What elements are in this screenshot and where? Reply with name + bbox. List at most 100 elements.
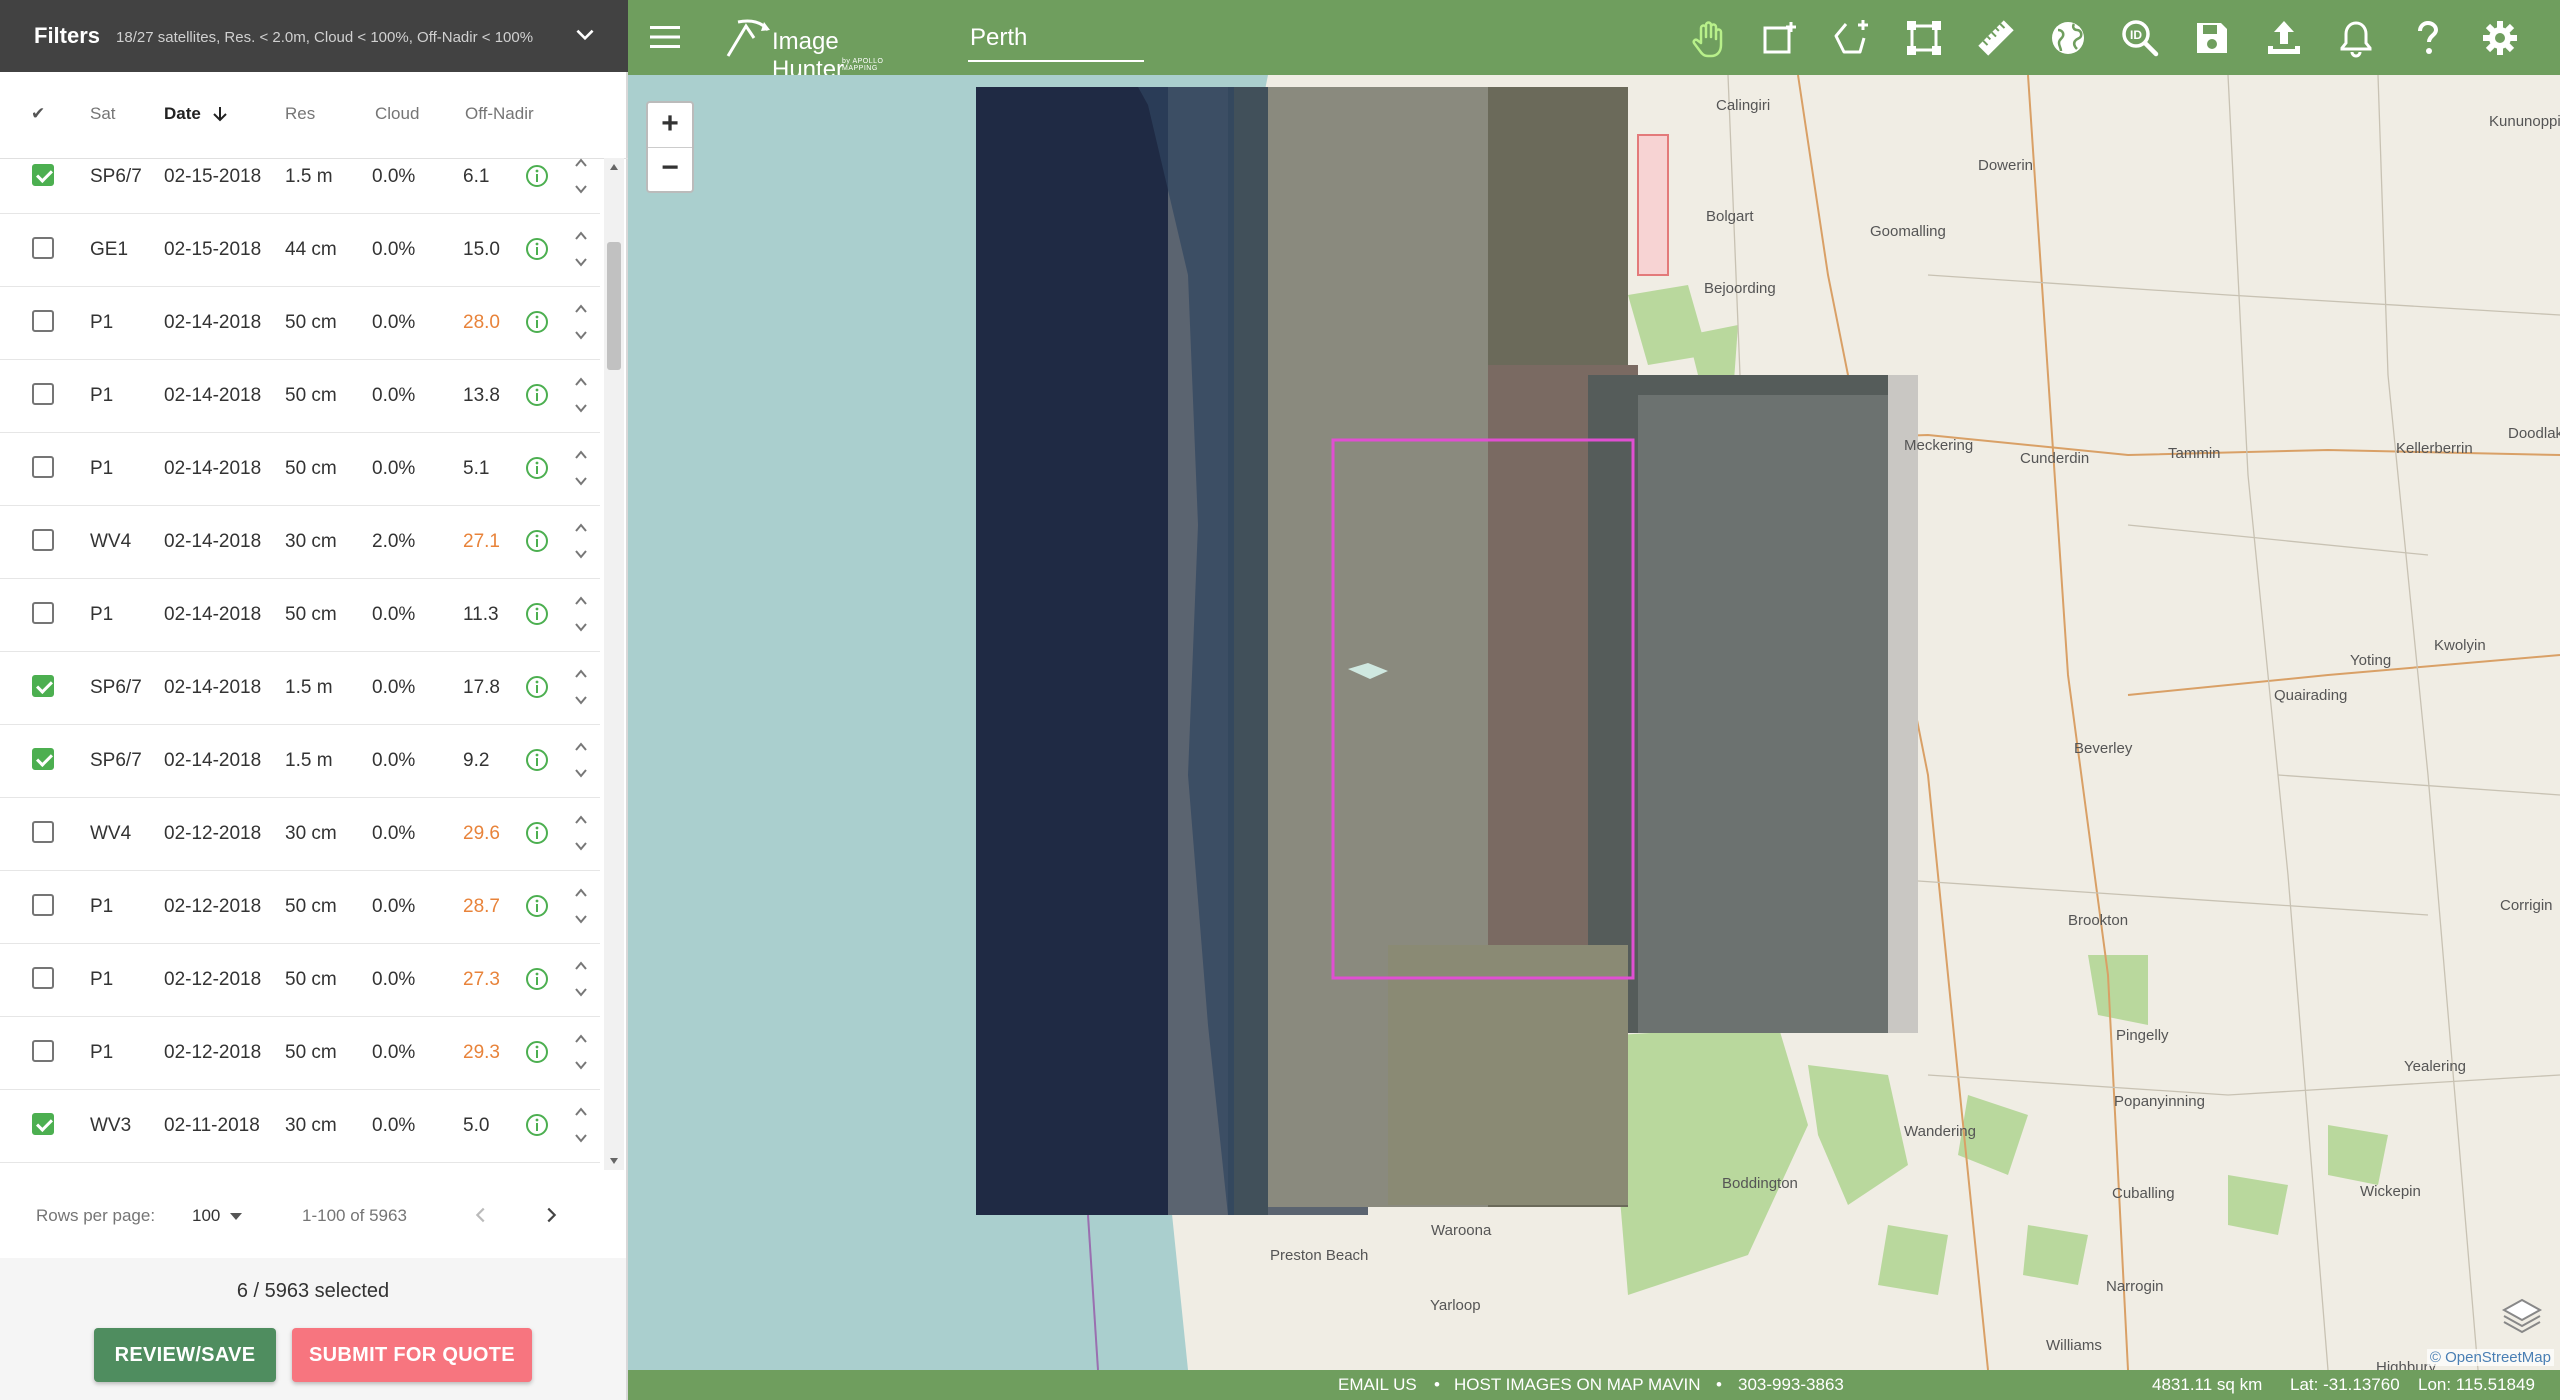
info-icon[interactable]: [525, 1040, 549, 1064]
info-icon[interactable]: [525, 310, 549, 334]
row-checkbox[interactable]: [32, 237, 54, 259]
row-checkbox[interactable]: [32, 967, 54, 989]
info-icon[interactable]: [525, 383, 549, 407]
rows-per-page-select[interactable]: 100: [192, 1206, 220, 1226]
table-row[interactable]: WV3 02-11-2018 30 cm 0.0% 5.0: [0, 1089, 600, 1163]
pan-hand-icon[interactable]: [1688, 18, 1728, 58]
layers-icon[interactable]: [2500, 1296, 2544, 1336]
save-icon[interactable]: [2192, 18, 2232, 58]
info-icon[interactable]: [525, 748, 549, 772]
place-label: Corrigin: [2500, 897, 2553, 914]
help-icon[interactable]: [2408, 18, 2448, 58]
reorder-arrows-icon[interactable]: [572, 227, 590, 271]
previous-page-icon[interactable]: [470, 1204, 492, 1226]
table-row[interactable]: P1 02-12-2018 50 cm 0.0% 28.7: [0, 870, 600, 944]
draw-polygon-icon[interactable]: [1832, 18, 1872, 58]
row-checkbox[interactable]: [32, 1040, 54, 1062]
info-icon[interactable]: [525, 675, 549, 699]
table-row[interactable]: P1 02-12-2018 50 cm 0.0% 29.3: [0, 1016, 600, 1090]
info-icon[interactable]: [525, 602, 549, 626]
filters-bar[interactable]: Filters 18/27 satellites, Res. < 2.0m, C…: [0, 0, 628, 72]
zoom-in-button[interactable]: +: [648, 103, 692, 148]
reorder-arrows-icon[interactable]: [572, 300, 590, 344]
info-icon[interactable]: [525, 456, 549, 480]
table-row[interactable]: SP6/7 02-14-2018 1.5 m 0.0% 17.8: [0, 651, 600, 725]
email-us-link[interactable]: EMAIL US: [1338, 1375, 1417, 1395]
info-icon[interactable]: [525, 967, 549, 991]
row-checkbox[interactable]: [32, 310, 54, 332]
row-checkbox[interactable]: [32, 675, 54, 697]
table-row[interactable]: P1 02-14-2018 50 cm 0.0% 28.0: [0, 286, 600, 360]
table-row[interactable]: WV4 02-14-2018 30 cm 2.0% 27.1: [0, 505, 600, 579]
reorder-arrows-icon[interactable]: [572, 665, 590, 709]
settings-icon[interactable]: [2480, 18, 2520, 58]
table-row[interactable]: P1 02-12-2018 50 cm 0.0% 27.3: [0, 943, 600, 1017]
sort-down-icon[interactable]: [210, 104, 230, 124]
chevron-down-icon[interactable]: [572, 22, 598, 48]
table-row[interactable]: P1 02-14-2018 50 cm 0.0% 11.3: [0, 578, 600, 652]
info-icon[interactable]: [525, 237, 549, 261]
draw-rectangle-icon[interactable]: [1760, 18, 1800, 58]
reorder-arrows-icon[interactable]: [572, 1030, 590, 1074]
info-icon[interactable]: [525, 894, 549, 918]
table-row[interactable]: SP6/7 02-14-2018 1.5 m 0.0% 9.2: [0, 724, 600, 798]
column-off-nadir[interactable]: Off-Nadir: [465, 104, 534, 124]
reorder-arrows-icon[interactable]: [572, 519, 590, 563]
map-attribution[interactable]: © OpenStreetMap: [2426, 1349, 2554, 1366]
bell-icon[interactable]: [2336, 18, 2376, 58]
table-row[interactable]: GE1 02-15-2018 44 cm 0.0% 15.0: [0, 213, 600, 287]
ruler-icon[interactable]: [1976, 18, 2016, 58]
select-all-header[interactable]: ✔: [31, 104, 45, 124]
column-res[interactable]: Res: [285, 104, 315, 124]
scroll-down-icon[interactable]: [608, 1156, 620, 1166]
row-checkbox[interactable]: [32, 894, 54, 916]
column-cloud[interactable]: Cloud: [375, 104, 419, 124]
reorder-arrows-icon[interactable]: [572, 158, 590, 198]
table-scrollbar[interactable]: [604, 158, 624, 1170]
upload-icon[interactable]: [2264, 18, 2304, 58]
reorder-arrows-icon[interactable]: [572, 592, 590, 636]
cell-off-nadir: 5.0: [463, 1115, 490, 1136]
row-checkbox[interactable]: [32, 602, 54, 624]
reorder-arrows-icon[interactable]: [572, 1103, 590, 1147]
reorder-arrows-icon[interactable]: [572, 738, 590, 782]
table-row[interactable]: SP6/7 02-15-2018 1.5 m 0.0% 6.1: [0, 158, 600, 214]
info-icon[interactable]: [525, 1113, 549, 1137]
map-view[interactable]: + − Calingiri Kununoppin Dowerin Bolgart Goo…: [628, 75, 2560, 1370]
table-row[interactable]: P1 02-14-2018 50 cm 0.0% 5.1: [0, 432, 600, 506]
next-page-icon[interactable]: [540, 1204, 562, 1226]
row-checkbox[interactable]: [32, 821, 54, 843]
table-row[interactable]: P1 02-14-2018 50 cm 0.0% 13.8: [0, 359, 600, 433]
info-icon[interactable]: [525, 164, 549, 188]
info-icon[interactable]: [525, 529, 549, 553]
column-sat[interactable]: Sat: [90, 104, 116, 124]
row-checkbox[interactable]: [32, 164, 54, 186]
scroll-up-icon[interactable]: [608, 162, 620, 172]
row-checkbox[interactable]: [32, 748, 54, 770]
scroll-thumb[interactable]: [607, 242, 621, 370]
globe-icon[interactable]: [2048, 18, 2088, 58]
zoom-out-button[interactable]: −: [648, 147, 692, 191]
image-hunter-logo[interactable]: Image Hunter by APOLLO MAPPING: [724, 14, 914, 83]
row-checkbox[interactable]: [32, 1113, 54, 1135]
reorder-arrows-icon[interactable]: [572, 957, 590, 1001]
reorder-arrows-icon[interactable]: [572, 884, 590, 928]
row-checkbox[interactable]: [32, 529, 54, 551]
column-date[interactable]: Date: [164, 104, 201, 124]
row-checkbox[interactable]: [32, 456, 54, 478]
id-search-icon[interactable]: ID: [2120, 18, 2160, 58]
dropdown-arrow-icon[interactable]: [228, 1210, 244, 1222]
review-save-button[interactable]: REVIEW/SAVE: [94, 1328, 276, 1382]
host-images-link[interactable]: HOST IMAGES ON MAP MAVIN: [1454, 1375, 1701, 1395]
reorder-arrows-icon[interactable]: [572, 811, 590, 855]
submit-quote-button[interactable]: SUBMIT FOR QUOTE: [292, 1328, 532, 1382]
hamburger-menu-icon[interactable]: [650, 24, 680, 50]
table-row[interactable]: WV4 02-12-2018 30 cm 0.0% 29.6: [0, 797, 600, 871]
reorder-arrows-icon[interactable]: [572, 373, 590, 417]
row-checkbox[interactable]: [32, 383, 54, 405]
reorder-arrows-icon[interactable]: [572, 446, 590, 490]
map-base[interactable]: [628, 75, 2560, 1370]
bounding-box-icon[interactable]: [1904, 18, 1944, 58]
location-search-input[interactable]: [968, 16, 1144, 62]
info-icon[interactable]: [525, 821, 549, 845]
